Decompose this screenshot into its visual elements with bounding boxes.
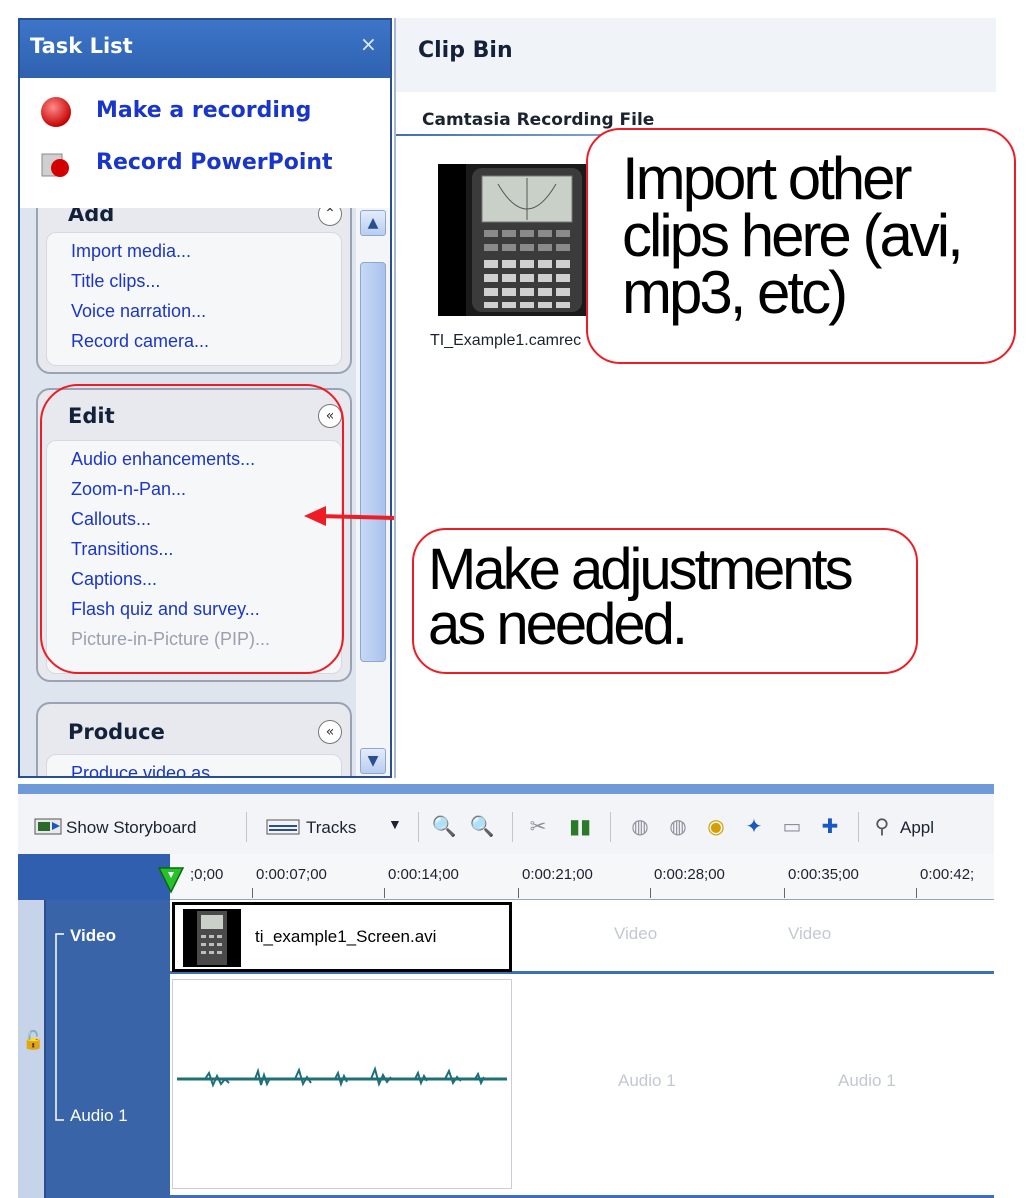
ruler-tick [916, 888, 917, 898]
collapse-icon[interactable]: « [318, 720, 342, 744]
video-placeholder: Video [614, 924, 658, 943]
fade-in-icon[interactable]: ◍ [664, 812, 692, 840]
apply-button[interactable]: ⚲ Appl [868, 812, 994, 842]
track-area: ti_example1_Screen.avi Video Video Audio… [170, 900, 994, 1198]
edit-highlight-circle [40, 384, 344, 674]
video-clip-name: ti_example1_Screen.avi [255, 927, 437, 946]
record-powerpoint-label: Record PowerPoint [96, 150, 333, 175]
task-list-title: Task List [30, 34, 133, 58]
produce-group: Produce « Produce video as... [36, 702, 352, 776]
make-recording-label: Make a recording [96, 98, 312, 123]
ruler-label: 0:00:28;00 [654, 866, 725, 883]
ruler-tick [384, 888, 385, 898]
video-track-label: Video [70, 926, 116, 945]
show-storyboard-label: Show Storyboard [66, 818, 197, 837]
import-media-link[interactable]: Import media... [71, 241, 191, 262]
chevron-down-icon[interactable]: ▼ [388, 816, 402, 832]
audio-track-label: Audio 1 [70, 1106, 128, 1125]
clip-bin-title: Clip Bin [418, 38, 513, 63]
record-circle-icon [41, 97, 71, 127]
record-camera-link[interactable]: Record camera... [71, 331, 209, 352]
ruler-label: 0:00:14;00 [388, 866, 459, 883]
task-list-header: Task List × [20, 20, 390, 78]
ruler-label: ;0;00 [190, 866, 224, 883]
scroll-down-icon[interactable]: ▼ [360, 748, 386, 774]
add-group-title: Add [68, 208, 115, 226]
timeline-toolbar: Show Storyboard Tracks ▼ 🔍 🔍 ✂ ▮▮ ◍ ◍ ◉ … [18, 784, 994, 854]
add-marker-icon[interactable]: ✦ [740, 812, 768, 840]
scroll-thumb[interactable] [360, 262, 386, 662]
audio-edit-icon[interactable]: ▭ [778, 812, 806, 840]
playhead-icon[interactable] [158, 866, 184, 894]
clip-bin-header: Clip Bin [396, 18, 996, 92]
toolbar-separator [246, 812, 247, 842]
fade-out-icon[interactable]: ◉ [702, 812, 730, 840]
video-clip-thumbnail [183, 909, 241, 967]
import-callout: Import other clips here (avi, mp3, etc) [586, 128, 1016, 364]
tracks-label: Tracks [306, 818, 357, 837]
calculator-icon [197, 911, 227, 965]
tracks-button[interactable]: Tracks ▼ [264, 812, 414, 842]
ruler-label: 0:00:35;00 [788, 866, 859, 883]
toolbar-separator [512, 812, 513, 842]
make-recording-item[interactable]: Make a recording [40, 92, 360, 132]
scroll-up-icon[interactable]: ▲ [360, 210, 386, 236]
toolbar-separator [610, 812, 611, 842]
audio-clip[interactable] [172, 979, 512, 1189]
split-icon[interactable]: ▮▮ [566, 812, 594, 840]
storyboard-icon [34, 818, 62, 835]
track-labels: Video Audio 1 [46, 900, 170, 1198]
lock-icon[interactable]: 🔓 [22, 1030, 44, 1051]
timeline: ;0;00 0:00:07;00 0:00:14;00 0:00:21;00 0… [18, 854, 994, 1198]
toolbar-separator [858, 812, 859, 842]
zoom-out-icon[interactable]: 🔍 [468, 812, 496, 840]
tracks-icon [266, 819, 300, 835]
audio-placeholder: Audio 1 [838, 1071, 896, 1090]
produce-video-link[interactable]: Produce video as... [71, 763, 225, 776]
waveform [177, 1065, 507, 1088]
voice-narration-link[interactable]: Voice narration... [71, 301, 206, 322]
track-bracket [55, 933, 64, 1121]
video-clip[interactable]: ti_example1_Screen.avi [172, 902, 512, 972]
ruler-tick [518, 888, 519, 898]
ruler-label: 0:00:21;00 [522, 866, 593, 883]
ruler-label: 0:00:07;00 [256, 866, 327, 883]
record-powerpoint-item[interactable]: Record PowerPoint [40, 144, 360, 184]
produce-group-links: Produce video as... [46, 754, 342, 776]
collapse-icon[interactable]: ⌃ [318, 208, 342, 226]
powerpoint-record-icon [41, 153, 69, 177]
zoom-in-icon[interactable]: 🔍 [430, 812, 458, 840]
audio-placeholder: Audio 1 [618, 1071, 676, 1090]
ruler-label: 0:00:42; [920, 866, 975, 883]
clip-section-title: Camtasia Recording File [422, 110, 655, 130]
ruler-tick [252, 888, 253, 898]
toolbar-separator [418, 812, 419, 842]
adjust-callout: Make adjustments as needed. [412, 528, 918, 674]
title-clips-link[interactable]: Title clips... [71, 271, 160, 292]
clip-filename[interactable]: TI_Example1.camrec [430, 332, 581, 350]
apply-icon: ⚲ [874, 814, 890, 838]
track-lock-column: 🔓 [18, 900, 46, 1198]
close-icon[interactable]: × [360, 32, 377, 56]
produce-group-title: Produce [68, 720, 165, 744]
audio-track[interactable]: Audio 1 Audio 1 [170, 977, 994, 1198]
show-storyboard-button[interactable]: Show Storyboard [32, 812, 242, 842]
time-ruler[interactable]: ;0;00 0:00:07;00 0:00:14;00 0:00:21;00 0… [170, 854, 994, 900]
extend-frame-icon[interactable]: ◍ [626, 812, 654, 840]
apply-label: Appl [900, 818, 935, 837]
cut-icon[interactable]: ✂ [524, 812, 552, 840]
video-placeholder: Video [788, 924, 832, 943]
task-list-scrollbar[interactable]: ▲ ▼ [356, 208, 390, 776]
add-group-links: Import media... Title clips... Voice nar… [46, 232, 342, 366]
video-track[interactable]: ti_example1_Screen.avi Video Video [170, 900, 994, 974]
add-group: Add ⌃ Import media... Title clips... Voi… [36, 208, 352, 374]
ruler-tick [650, 888, 651, 898]
add-effect-icon[interactable]: ✚ [816, 812, 844, 840]
ruler-tick [784, 888, 785, 898]
